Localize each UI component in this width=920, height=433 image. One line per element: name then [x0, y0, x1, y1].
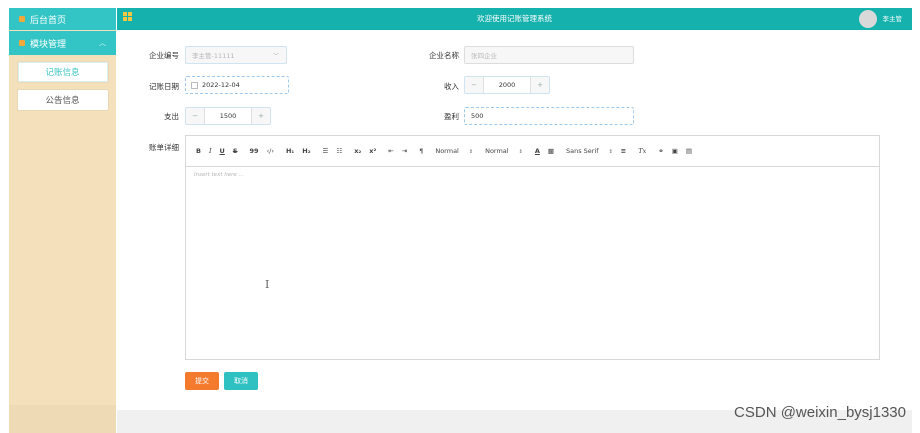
home-icon	[19, 16, 25, 22]
link-icon[interactable]: ⚭	[656, 147, 665, 155]
watermark: CSDN @weixin_bysj1330	[734, 404, 906, 421]
h2-button[interactable]: H₂	[300, 147, 312, 155]
profit-label: 盈利	[444, 112, 459, 121]
income-label: 收入	[444, 82, 459, 91]
indent-button[interactable]: ⇥	[400, 147, 409, 155]
sidebar-item-accounting[interactable]: 记账信息	[16, 61, 109, 83]
date-value: 2022-12-04	[202, 81, 240, 89]
font-select[interactable]: Sans Serif ⇕	[564, 147, 615, 155]
select-arrows-icon: ⇕	[608, 149, 613, 155]
module-icon	[19, 40, 25, 46]
select-arrows-icon: ⇕	[518, 149, 523, 155]
size-select-value: Normal	[435, 147, 459, 155]
rich-text-editor: B I U S 99 ‹/› H₁ H₂ ☰ ☷ x₂ x² ⇤ ⇥ ¶ Nor…	[185, 135, 880, 360]
underline-button[interactable]: U	[218, 147, 227, 155]
bullet-list-button[interactable]: ☷	[334, 147, 344, 155]
detail-label: 账单详细	[149, 143, 179, 152]
username[interactable]: 李主管	[883, 8, 903, 30]
font-select-value: Sans Serif	[566, 147, 599, 155]
avatar[interactable]	[859, 10, 877, 28]
top-header: 欢迎使用记账管理系统 李主管	[117, 8, 912, 30]
company-id-value: 李主管-11111	[192, 52, 235, 60]
company-name-label: 企业名称	[429, 51, 459, 60]
plus-icon[interactable]: +	[251, 108, 270, 124]
quote-button[interactable]: 99	[248, 147, 261, 155]
expense-value[interactable]: 1500	[205, 108, 251, 124]
select-arrows-icon: ⇕	[468, 149, 474, 155]
plus-icon[interactable]: +	[530, 77, 549, 93]
company-id-label: 企业编号	[149, 51, 179, 60]
superscript-button[interactable]: x²	[367, 147, 378, 155]
clean-button[interactable]: Tx	[636, 147, 648, 155]
sidebar-footer	[9, 405, 116, 433]
ordered-list-button[interactable]: ☰	[321, 147, 331, 155]
expense-label: 支出	[164, 112, 179, 121]
minus-icon[interactable]: −	[186, 108, 205, 124]
expense-stepper[interactable]: − 1500 +	[185, 107, 271, 125]
h1-button[interactable]: H₁	[284, 147, 296, 155]
submit-button[interactable]: 提交	[185, 372, 219, 390]
size-select[interactable]: Normal ⇕	[433, 147, 475, 155]
income-value[interactable]: 2000	[484, 77, 530, 93]
header-title: 欢迎使用记账管理系统	[477, 14, 552, 23]
sidebar-home-label: 后台首页	[30, 15, 67, 26]
bold-button[interactable]: B	[194, 147, 203, 155]
sidebar-group-modules[interactable]: 模块管理 ︿	[9, 31, 116, 55]
header-select-value: Normal	[485, 147, 509, 155]
video-button[interactable]: ▤	[684, 147, 694, 155]
sidebar-item-label: 记账信息	[45, 68, 80, 78]
sidebar-item-label: 公告信息	[45, 96, 80, 106]
company-name-value: 张四企业	[471, 52, 497, 60]
company-id-select[interactable]: 李主管-11111 ﹀	[185, 46, 287, 64]
chevron-down-icon: ﹀	[272, 53, 279, 60]
calendar-icon	[191, 81, 198, 89]
profit-value: 500	[471, 112, 484, 120]
sidebar-home[interactable]: 后台首页	[9, 8, 116, 30]
italic-button[interactable]: I	[207, 147, 214, 155]
outdent-button[interactable]: ⇤	[386, 147, 395, 155]
color-button[interactable]: A	[533, 147, 542, 155]
main-content: 企业编号 李主管-11111 ﹀ 企业名称 张四企业 记账日期 2022-12-…	[117, 30, 912, 410]
minus-icon[interactable]: −	[465, 77, 484, 93]
sidebar: 后台首页 模块管理 ︿ 记账信息 公告信息	[9, 8, 116, 433]
rtl-button[interactable]: ¶	[417, 147, 425, 155]
subscript-button[interactable]: x₂	[352, 147, 363, 155]
background-button[interactable]: ▩	[546, 147, 556, 155]
sidebar-item-notice[interactable]: 公告信息	[16, 89, 109, 111]
sidebar-group-label: 模块管理	[30, 39, 67, 50]
cancel-button[interactable]: 取消	[224, 372, 258, 390]
header-select[interactable]: Normal ⇕	[483, 147, 525, 155]
profit-field[interactable]: 500	[464, 107, 634, 125]
text-cursor-icon: I	[265, 278, 270, 291]
date-label: 记账日期	[149, 82, 179, 91]
editor-placeholder[interactable]: Insert text here ...	[194, 172, 244, 178]
income-stepper[interactable]: − 2000 +	[464, 76, 550, 94]
editor-toolbar: B I U S 99 ‹/› H₁ H₂ ☰ ☷ x₂ x² ⇤ ⇥ ¶ Nor…	[186, 136, 879, 167]
code-button[interactable]: ‹/›	[265, 147, 276, 155]
image-button[interactable]: ▣	[670, 147, 680, 155]
date-picker[interactable]: 2022-12-04	[185, 76, 289, 94]
align-button[interactable]: ≡	[619, 147, 628, 155]
chevron-up-icon: ︿	[99, 39, 106, 47]
company-name-field[interactable]: 张四企业	[464, 46, 634, 64]
strike-button[interactable]: S	[231, 147, 240, 155]
